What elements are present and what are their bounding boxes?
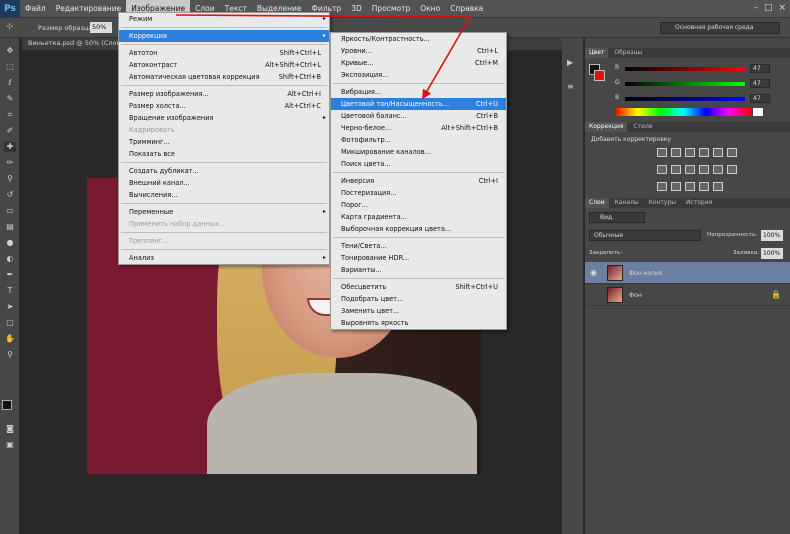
annotation-arrow-path xyxy=(175,14,472,100)
annotation-arrows xyxy=(175,14,472,100)
